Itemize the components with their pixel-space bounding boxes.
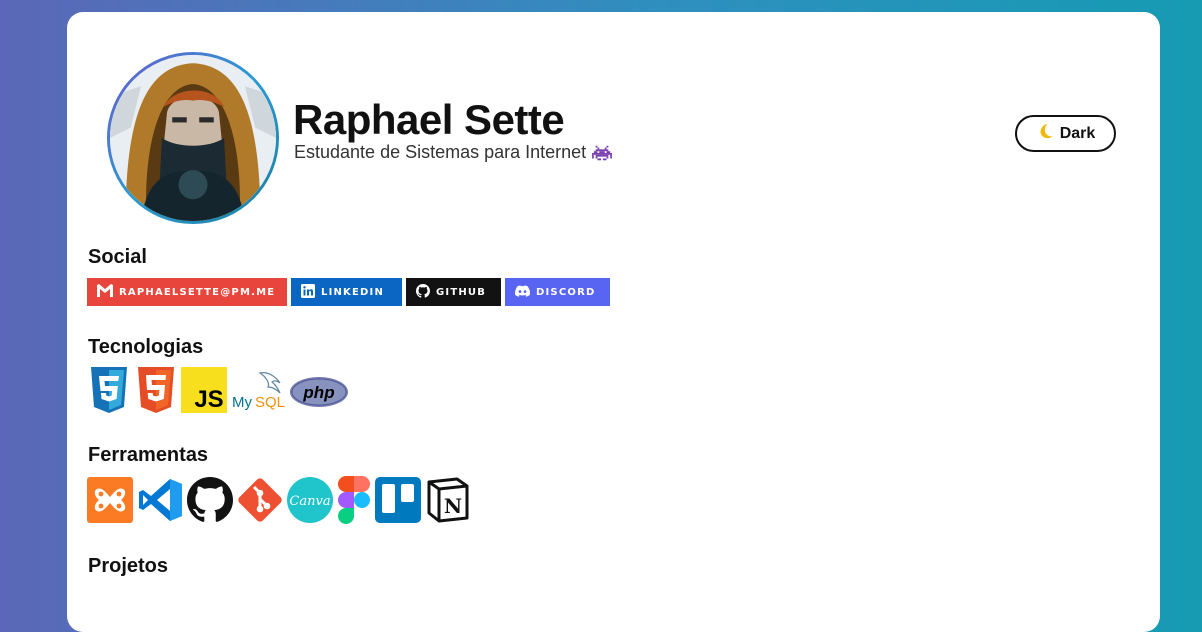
- linkedin-badge-label: LINKEDIN: [321, 286, 385, 298]
- github-icon: [187, 477, 233, 523]
- social-badges: RAPHAELSETTE@PM.ME LINKEDIN GITHUB DISCO…: [87, 278, 610, 306]
- avatar: [107, 52, 279, 224]
- github-badge[interactable]: GITHUB: [406, 278, 501, 306]
- canva-icon: Canva: [287, 477, 333, 523]
- xampp-icon: [87, 477, 133, 523]
- github-badge-label: GITHUB: [436, 286, 487, 298]
- gmail-icon: [97, 284, 113, 300]
- moon-icon: [1036, 122, 1054, 145]
- tecnologias-heading: Tecnologias: [88, 336, 204, 358]
- svg-text:My: My: [232, 394, 252, 411]
- linkedin-badge[interactable]: LINKEDIN: [291, 278, 402, 306]
- social-heading: Social: [88, 246, 147, 268]
- discord-badge-label: DISCORD: [536, 286, 596, 298]
- svg-text:JS: JS: [194, 386, 223, 413]
- theme-toggle-button[interactable]: Dark: [1015, 115, 1116, 152]
- svg-text:SQL: SQL: [255, 394, 285, 411]
- discord-icon: [515, 284, 531, 300]
- avatar-image: [110, 55, 276, 221]
- subtitle-text: Estudante de Sistemas para Internet: [294, 142, 587, 162]
- github-icon: [416, 283, 430, 301]
- notion-icon: N: [425, 477, 471, 523]
- email-badge-label: RAPHAELSETTE@PM.ME: [119, 286, 276, 298]
- trello-icon: [375, 477, 421, 523]
- javascript-icon: JS: [181, 367, 227, 413]
- ferramentas-heading: Ferramentas: [88, 444, 209, 466]
- svg-text:Canva: Canva: [289, 494, 330, 509]
- tecnologias-icons: JS My SQL php: [87, 367, 349, 413]
- space-invader-icon: [592, 143, 613, 163]
- discord-badge[interactable]: DISCORD: [505, 278, 610, 306]
- profile-card: Raphael Sette Estudante de Sistemas para…: [67, 12, 1160, 632]
- email-badge[interactable]: RAPHAELSETTE@PM.ME: [87, 278, 287, 306]
- linkedin-icon: [301, 283, 315, 301]
- ferramentas-icons: Canva N: [87, 476, 471, 524]
- vscode-icon: [137, 477, 183, 523]
- css3-icon: [87, 367, 131, 413]
- svg-text:php: php: [302, 383, 334, 402]
- svg-text:N: N: [444, 494, 462, 518]
- mysql-icon: My SQL: [230, 367, 286, 413]
- figma-icon: [337, 476, 371, 524]
- html5-icon: [134, 367, 178, 413]
- git-icon: [237, 477, 283, 523]
- profile-name: Raphael Sette: [293, 96, 565, 143]
- theme-toggle-label: Dark: [1059, 124, 1096, 142]
- profile-subtitle: Estudante de Sistemas para Internet: [294, 142, 613, 163]
- php-icon: php: [289, 367, 349, 413]
- projetos-heading: Projetos: [88, 555, 169, 577]
